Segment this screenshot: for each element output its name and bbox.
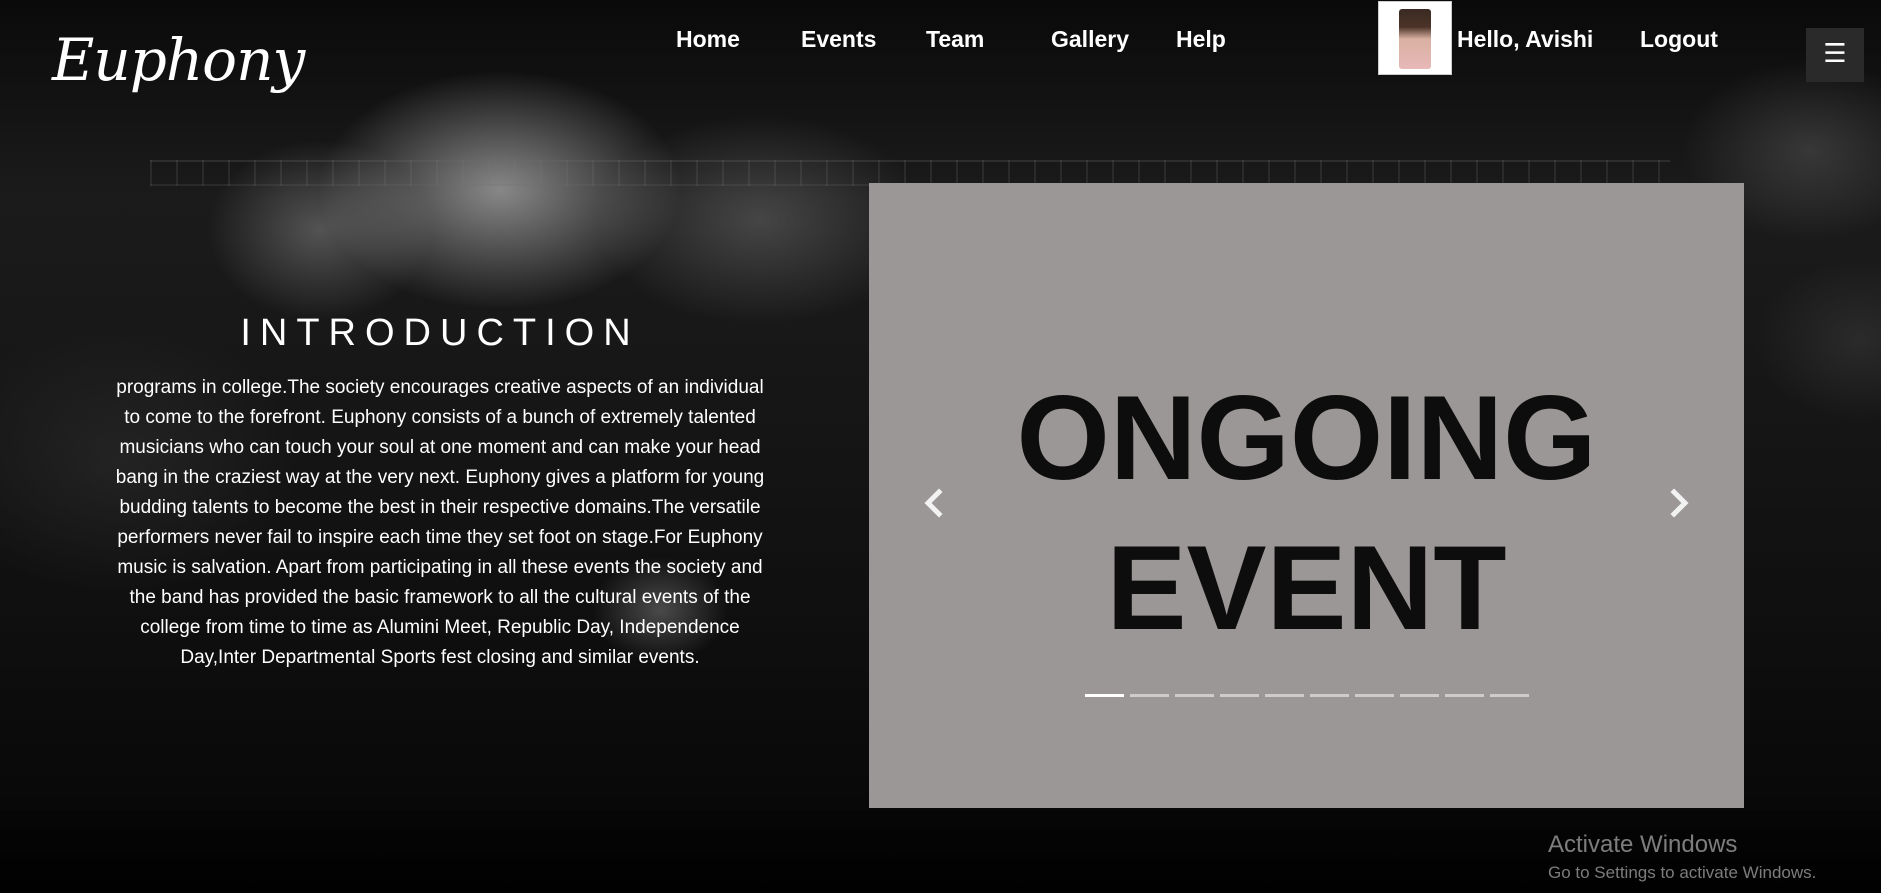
nav-team[interactable]: Team <box>926 26 984 53</box>
carousel-next-button[interactable] <box>1658 483 1698 523</box>
slide-title-line2: EVENT <box>1106 521 1507 655</box>
intro-text: programs in college.The society encourag… <box>115 377 765 668</box>
site-logo[interactable]: Euphony <box>52 26 305 94</box>
carousel-indicator[interactable] <box>1130 694 1169 697</box>
carousel-indicator[interactable] <box>1265 694 1304 697</box>
slide-title-line1: ONGOING <box>1016 371 1597 505</box>
chevron-right-icon <box>1670 488 1689 518</box>
logout-link[interactable]: Logout <box>1640 26 1718 53</box>
nav-help[interactable]: Help <box>1176 26 1226 53</box>
avatar-photo <box>1399 9 1431 69</box>
carousel-prev-button[interactable] <box>915 483 955 523</box>
event-carousel: ONGOING EVENT <box>869 183 1744 808</box>
carousel-indicator[interactable] <box>1355 694 1394 697</box>
carousel-indicator[interactable] <box>1400 694 1439 697</box>
watermark-line2: Go to Settings to activate Windows. <box>1548 863 1817 882</box>
watermark-line1: Activate Windows <box>1548 831 1738 858</box>
hamburger-menu-icon[interactable]: ☰ <box>1806 28 1864 82</box>
windows-activation-watermark: Activate Windows Go to Settings to activ… <box>1548 830 1816 886</box>
carousel-indicator[interactable] <box>1310 694 1349 697</box>
nav-events[interactable]: Events <box>801 26 876 53</box>
carousel-indicator[interactable] <box>1445 694 1484 697</box>
chevron-left-icon <box>924 488 943 518</box>
page: Euphony Home Events Team Gallery Help He… <box>0 0 1881 893</box>
carousel-indicator[interactable] <box>1220 694 1259 697</box>
user-greeting: Hello, Avishi <box>1457 26 1594 52</box>
user-avatar[interactable] <box>1378 1 1452 75</box>
nav-home[interactable]: Home <box>676 26 740 53</box>
carousel-indicator[interactable] <box>1175 694 1214 697</box>
intro-title: INTRODUCTION <box>240 312 640 354</box>
carousel-indicator[interactable] <box>1490 694 1529 697</box>
carousel-slide-text: ONGOING EVENT <box>869 363 1744 663</box>
nav-gallery[interactable]: Gallery <box>1051 26 1129 53</box>
carousel-indicator[interactable] <box>1085 694 1124 697</box>
carousel-indicators <box>1085 694 1529 697</box>
